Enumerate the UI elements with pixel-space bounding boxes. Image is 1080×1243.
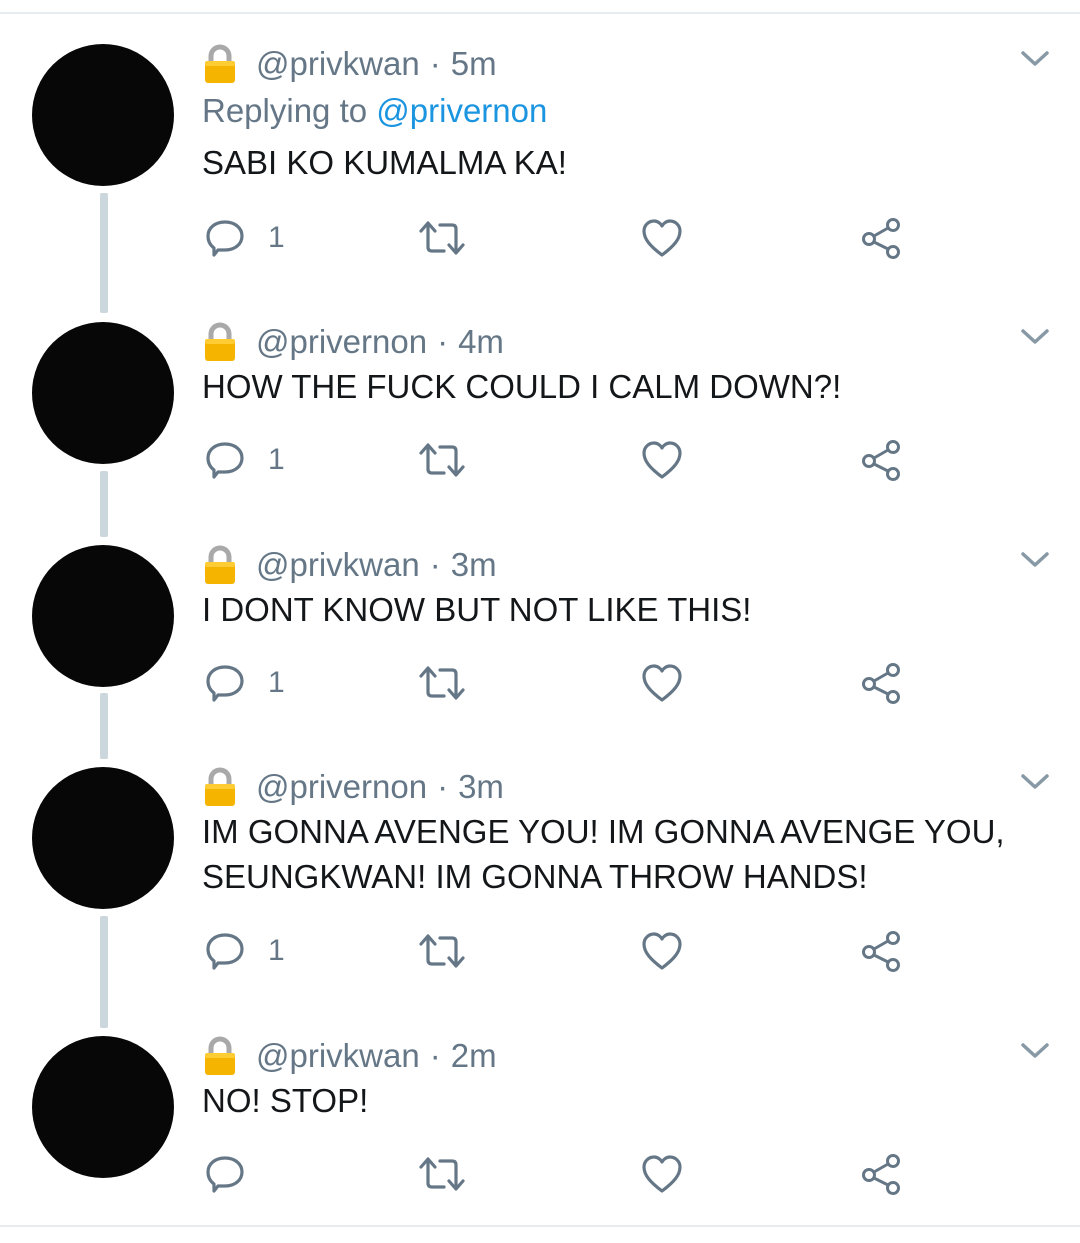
lock-icon — [202, 44, 238, 84]
user-handle[interactable]: @privernon — [256, 768, 427, 806]
thread-line — [100, 471, 108, 537]
action-bar — [200, 1152, 920, 1196]
retweet-icon — [419, 934, 465, 968]
tweet-header: @privernon · 4m — [202, 322, 504, 362]
reply-icon — [206, 933, 244, 970]
chevron-down-icon[interactable] — [1018, 1038, 1052, 1062]
like-button[interactable] — [640, 438, 684, 482]
user-handle[interactable]: @privkwan — [256, 45, 420, 83]
user-handle[interactable]: @privernon — [256, 323, 427, 361]
tweet-header: @privkwan · 5m — [202, 44, 497, 84]
reply-icon — [206, 442, 244, 479]
user-handle[interactable]: @privkwan — [256, 1037, 420, 1075]
retweet-icon — [419, 666, 465, 700]
retweet-button[interactable] — [418, 929, 466, 973]
user-handle[interactable]: @privkwan — [256, 546, 420, 584]
avatar[interactable] — [32, 545, 174, 687]
reply-count: 1 — [268, 443, 285, 476]
tweet-text: I DONT KNOW BUT NOT LIKE THIS! — [202, 591, 752, 628]
separator-dot: · — [437, 768, 449, 805]
share-button[interactable] — [860, 438, 904, 482]
reply-icon — [206, 220, 244, 257]
share-icon — [862, 218, 900, 259]
thread-line — [100, 916, 108, 1028]
separator-dot: · — [429, 546, 441, 583]
share-button[interactable] — [860, 216, 904, 260]
reply-button[interactable]: 1 — [204, 929, 285, 973]
separator-dot: · — [429, 1037, 441, 1074]
reply-count: 1 — [268, 221, 285, 254]
reply-count: 1 — [268, 934, 285, 967]
lock-icon — [202, 545, 238, 585]
heart-icon — [642, 664, 682, 702]
tweet-header: @privkwan · 2m — [202, 1036, 497, 1076]
lock-icon — [202, 1036, 238, 1076]
replying-to: Replying to @privernon — [202, 92, 547, 132]
action-bar: 1 — [200, 438, 920, 482]
tweet-header: @privernon · 3m — [202, 767, 504, 807]
separator-dot: · — [437, 323, 449, 360]
replying-to-label: Replying to — [202, 92, 368, 129]
timestamp[interactable]: 5m — [451, 45, 497, 83]
retweet-icon — [419, 221, 465, 255]
heart-icon — [642, 1155, 682, 1193]
bottom-divider — [0, 1225, 1080, 1227]
like-button[interactable] — [640, 929, 684, 973]
lock-icon — [202, 767, 238, 807]
share-icon — [862, 440, 900, 481]
avatar[interactable] — [32, 1036, 174, 1178]
timestamp[interactable]: 3m — [458, 768, 504, 806]
separator-dot: · — [429, 45, 441, 82]
tweet-header: @privkwan · 3m — [202, 545, 497, 585]
heart-icon — [642, 441, 682, 479]
tweet-text: HOW THE FUCK COULD I CALM DOWN?! — [202, 368, 842, 405]
reply-button[interactable]: 1 — [204, 216, 285, 260]
retweet-button[interactable] — [418, 661, 466, 705]
chevron-down-icon[interactable] — [1018, 46, 1052, 70]
thread-line — [100, 693, 108, 759]
like-button[interactable] — [640, 661, 684, 705]
timestamp[interactable]: 3m — [451, 546, 497, 584]
share-button[interactable] — [860, 1152, 904, 1196]
reply-count: 1 — [268, 666, 285, 699]
action-bar: 1 — [200, 216, 920, 260]
chevron-down-icon[interactable] — [1018, 324, 1052, 348]
share-button[interactable] — [860, 661, 904, 705]
timestamp[interactable]: 4m — [458, 323, 504, 361]
action-bar: 1 — [200, 929, 920, 973]
like-button[interactable] — [640, 1152, 684, 1196]
reply-button[interactable]: 1 — [204, 661, 285, 705]
reply-icon — [206, 665, 244, 702]
retweet-icon — [419, 443, 465, 477]
retweet-button[interactable] — [418, 438, 466, 482]
heart-icon — [642, 219, 682, 257]
avatar[interactable] — [32, 44, 174, 186]
tweet-text: IM GONNA AVENGE YOU! IM GONNA AVENGE YOU… — [202, 813, 1005, 895]
retweet-button[interactable] — [418, 1152, 466, 1196]
reply-button[interactable] — [204, 1152, 268, 1196]
chevron-down-icon[interactable] — [1018, 547, 1052, 571]
thread-line — [100, 193, 108, 313]
action-bar: 1 — [200, 661, 920, 705]
share-icon — [862, 663, 900, 704]
reply-button[interactable]: 1 — [204, 438, 285, 482]
like-button[interactable] — [640, 216, 684, 260]
retweet-icon — [419, 1157, 465, 1191]
mention-link[interactable]: @privernon — [376, 92, 547, 129]
reply-icon — [206, 1156, 244, 1193]
avatar[interactable] — [32, 767, 174, 909]
top-divider — [0, 12, 1080, 14]
tweet-text: SABI KO KUMALMA KA! — [202, 144, 567, 181]
timestamp[interactable]: 2m — [451, 1037, 497, 1075]
tweet-text: NO! STOP! — [202, 1082, 369, 1119]
heart-icon — [642, 932, 682, 970]
chevron-down-icon[interactable] — [1018, 769, 1052, 793]
retweet-button[interactable] — [418, 216, 466, 260]
share-button[interactable] — [860, 929, 904, 973]
lock-icon — [202, 322, 238, 362]
share-icon — [862, 1154, 900, 1195]
avatar[interactable] — [32, 322, 174, 464]
share-icon — [862, 931, 900, 972]
